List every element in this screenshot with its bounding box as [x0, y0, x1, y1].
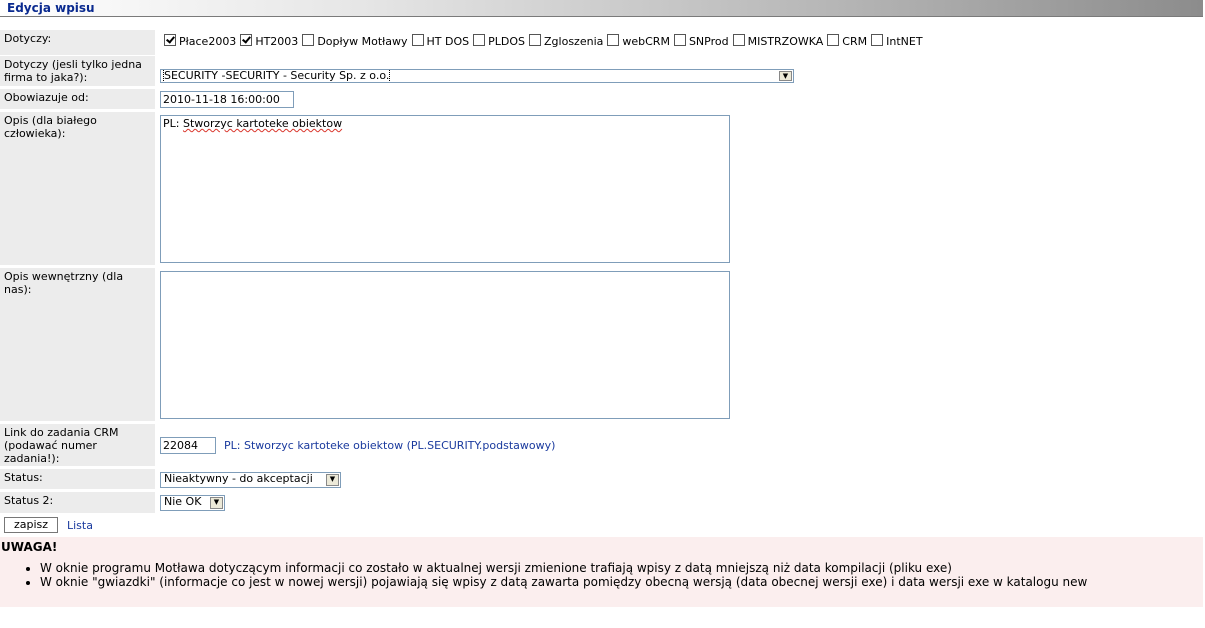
checkbox-box[interactable] [827, 34, 840, 46]
firma-select-value: SECURITY -SECURITY - Security Sp. z o.o. [162, 69, 391, 82]
status-select-value: Nieaktywny - do akceptacji [164, 472, 313, 485]
checkbox-box[interactable] [164, 34, 176, 46]
checkbox-place2003[interactable]: Płace2003 [164, 34, 236, 48]
status2-label: Status 2: [0, 492, 155, 513]
checkbox-doplyw-motlawy[interactable]: Dopływ Motławy [302, 34, 408, 48]
list-item: W oknie programu Motława dotyczącym info… [40, 561, 1087, 575]
checkbox-pldos[interactable]: PLDOS [473, 34, 525, 48]
obowiazuje-input[interactable]: 2010-11-18 16:00:00 [160, 91, 294, 108]
checkbox-box[interactable] [673, 34, 686, 46]
checkbox-box[interactable] [240, 34, 253, 46]
opis-wew-textarea[interactable] [160, 271, 730, 419]
firma-label: Dotyczy (jesli tylko jedna firma to jaka… [0, 56, 155, 86]
checkbox-crm[interactable]: CRM [827, 34, 867, 48]
status2-select[interactable]: Nie OK ▼ [160, 495, 225, 511]
checkbox-box[interactable] [411, 34, 424, 46]
firma-select[interactable]: SECURITY -SECURITY - Security Sp. z o.o.… [160, 69, 794, 83]
warning-panel: UWAGA! W oknie programu Motława dotycząc… [0, 537, 1203, 607]
link-crm-label: Link do zadania CRM (podawać numer zadan… [0, 424, 155, 466]
checkbox-webcrm[interactable]: webCRM [607, 34, 670, 48]
checkbox-snprod[interactable]: SNProd [673, 34, 729, 48]
opis-textarea[interactable]: PL: Stworzyc kartoteke obiektow [160, 115, 730, 263]
checkbox-box[interactable] [529, 34, 542, 46]
status2-select-value: Nie OK [164, 495, 202, 508]
chevron-down-icon[interactable]: ▼ [326, 474, 339, 486]
title-bar: Edycja wpisu [0, 0, 1203, 17]
warning-title: UWAGA! [1, 540, 58, 554]
chevron-down-icon[interactable]: ▼ [210, 497, 223, 509]
checkbox-box[interactable] [732, 34, 745, 46]
obowiazuje-label: Obowiazuje od: [0, 89, 155, 109]
checkbox-zgloszenia[interactable]: Zgloszenia [529, 34, 603, 48]
list-link[interactable]: Lista [67, 519, 93, 532]
checkbox-ht-dos[interactable]: HT DOS [411, 34, 469, 48]
warning-list: W oknie programu Motława dotyczącym info… [0, 561, 1087, 589]
dotyczy-checkboxes: Płace2003 HT2003 Dopływ Motławy HT DOS PLDOS… [164, 34, 927, 48]
crm-number-input[interactable]: 22084 [160, 437, 216, 454]
opis-wew-label: Opis wewnętrzny (dla nas): [0, 268, 155, 421]
status-select[interactable]: Nieaktywny - do akceptacji ▼ [160, 472, 341, 488]
status-label: Status: [0, 469, 155, 489]
checkbox-box[interactable] [302, 34, 315, 46]
checkbox-ht2003[interactable]: HT2003 [240, 34, 298, 48]
opis-label: Opis (dla białego człowieka): [0, 112, 155, 265]
page-title: Edycja wpisu [7, 1, 95, 15]
checkbox-box[interactable] [473, 34, 486, 46]
checkbox-intnet[interactable]: IntNET [871, 34, 923, 48]
list-item: W oknie "gwiazdki" (informacje co jest w… [40, 575, 1087, 589]
checkbox-box[interactable] [871, 34, 884, 46]
checkbox-mistrzowka[interactable]: MISTRZOWKA [732, 34, 823, 48]
opis-text: Stworzyc kartoteke obiektow [182, 117, 343, 130]
dotyczy-label: Dotyczy: [0, 30, 155, 55]
checkbox-box[interactable] [607, 34, 620, 46]
opis-prefix: PL: [163, 117, 183, 130]
crm-task-link[interactable]: PL: Stworzyc kartoteke obiektow (PL.SECU… [224, 439, 555, 452]
chevron-down-icon[interactable]: ▼ [779, 71, 792, 81]
save-button[interactable]: zapisz [4, 517, 58, 533]
